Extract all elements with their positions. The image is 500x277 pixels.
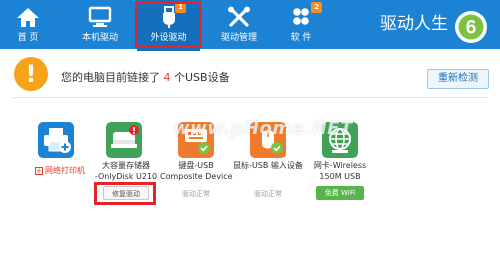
nav-tab-local-drivers-label: 本机驱动 (81, 33, 118, 43)
free-wifi-button[interactable]: 免费 WiFi (316, 186, 364, 200)
nav-tab-driver-management[interactable]: 驱动管理 (210, 0, 268, 49)
watermark-text: www.pHome.NET (173, 118, 353, 139)
divider (12, 97, 488, 98)
summary-text-suffix: 个USB设备 (174, 71, 230, 84)
wireless-name-line2: 150M USB (319, 172, 361, 181)
composite-name-line2: Composite Device (160, 172, 233, 181)
nav-tab-software[interactable]: 软 件 2 (276, 0, 326, 49)
wrench-icon (228, 6, 250, 27)
network-printer-label: 网络打印机 (45, 166, 85, 175)
rescan-button[interactable]: 重新检测 (427, 69, 489, 89)
brand-name: 驱动人生 (380, 14, 448, 34)
printer-icon (38, 122, 74, 158)
monitor-icon (88, 6, 112, 27)
home-icon (17, 8, 39, 27)
device-count: 4 (163, 71, 171, 84)
storage-name-line1: 大容量存储器 (102, 161, 150, 170)
mouse-name: 鼠标-USB 输入设备 (233, 161, 303, 170)
software-count-badge: 2 (311, 2, 322, 13)
composite-driver-status: 驱动正常 (182, 190, 210, 198)
composite-name-line1: 键盘-USB (178, 161, 214, 170)
exclamation-icon: ! (14, 57, 48, 91)
active-tab-highlight (135, 1, 202, 48)
summary-text-prefix: 您的电脑目前链接了 (61, 71, 160, 84)
nav-tab-home[interactable]: 首 页 (0, 0, 56, 49)
brand-logo-icon: 6 (455, 11, 487, 43)
repair-button-highlight (94, 182, 156, 205)
storage-name-line2: -OnlyDisk U210 (94, 172, 158, 181)
nav-tab-local-drivers[interactable]: 本机驱动 (72, 0, 128, 49)
mouse-driver-status: 驱动正常 (254, 190, 282, 198)
usb-device-summary: 您的电脑目前链接了 4 个USB设备 (61, 69, 230, 85)
plus-icon: + (35, 167, 43, 175)
wireless-name-line1: 网卡-Wireless (313, 161, 367, 170)
storage-icon (106, 122, 142, 158)
top-nav-bar: 首 页 本机驱动 外设驱动 1 驱动管理 软 件 2 驱动人生 6 (0, 0, 500, 51)
nav-tab-home-label: 首 页 (17, 33, 39, 43)
nav-tab-software-label: 软 件 (290, 33, 312, 43)
brand-logo-number: 6 (466, 18, 477, 39)
nav-tab-driver-management-label: 驱动管理 (220, 33, 257, 43)
